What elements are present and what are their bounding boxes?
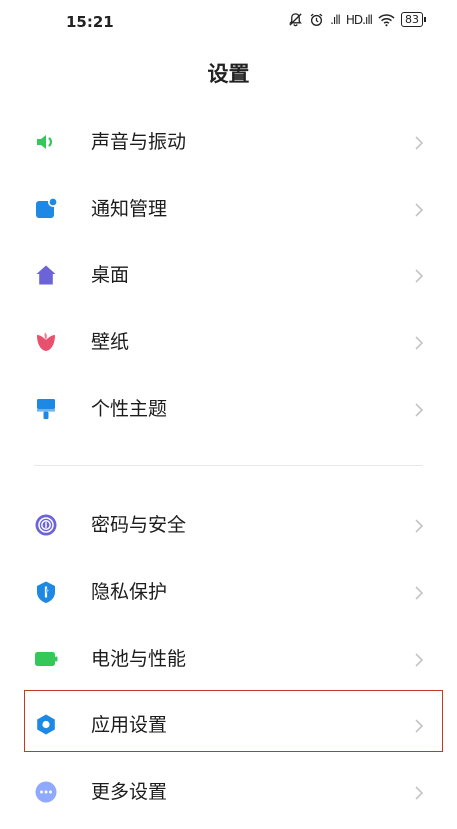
settings-item-more[interactable]: 更多设置: [0, 759, 457, 825]
chevron-right-icon: [415, 203, 424, 217]
chevron-right-icon: [415, 786, 424, 800]
battery-indicator: 83: [401, 12, 426, 27]
chevron-right-icon: [415, 136, 424, 150]
settings-item-label: 电池与性能: [91, 648, 187, 670]
notification-icon: [36, 197, 58, 218]
chevron-right-icon: [415, 519, 424, 533]
signal-strength-2: HD.ıll: [345, 12, 373, 27]
settings-item-label: 通知管理: [91, 198, 168, 220]
settings-item-sound[interactable]: 声音与振动: [0, 109, 457, 175]
settings-item-wallpaper[interactable]: 壁纸: [0, 309, 457, 375]
fingerprint-icon: [35, 514, 57, 536]
section-divider: [34, 465, 423, 466]
settings-item-label: 桌面: [91, 264, 130, 286]
chevron-right-icon: [415, 653, 424, 667]
settings-item-label: 壁纸: [91, 331, 130, 353]
battery-icon: [35, 652, 58, 666]
settings-item-label: 密码与安全: [91, 514, 187, 536]
status-time: 15:21: [66, 13, 114, 31]
settings-item-password-security[interactable]: 密码与安全: [0, 492, 457, 558]
chevron-right-icon: [415, 269, 424, 283]
chevron-right-icon: [415, 403, 424, 417]
settings-item-label: 声音与振动: [91, 131, 187, 153]
chevron-right-icon: [415, 336, 424, 350]
tulip-icon: [37, 332, 55, 351]
chevron-right-icon: [415, 586, 424, 600]
settings-item-label: 个性主题: [91, 398, 168, 420]
home-icon: [36, 265, 56, 285]
speaker-icon: [37, 135, 52, 149]
muted-bell-icon: [289, 13, 302, 27]
signal-strength-1: .ıll: [330, 12, 341, 27]
alarm-icon: [310, 13, 323, 26]
settings-item-label: 隐私保护: [91, 581, 168, 603]
highlight-box: [24, 690, 443, 752]
settings-item-themes[interactable]: 个性主题: [0, 376, 457, 442]
page-title: 设置: [207, 62, 250, 86]
settings-item-desktop[interactable]: 桌面: [0, 242, 457, 308]
settings-item-label: 更多设置: [91, 781, 168, 803]
wifi-icon: [378, 13, 395, 26]
status-bar: 15:21 .ıll HD.ıll 83: [0, 0, 457, 44]
settings-item-notifications[interactable]: 通知管理: [0, 176, 457, 242]
shield-icon: [37, 581, 55, 603]
settings-item-privacy[interactable]: 隐私保护: [0, 559, 457, 625]
settings-item-battery-performance[interactable]: 电池与性能: [0, 626, 457, 692]
more-icon: [35, 781, 57, 803]
paintbrush-icon: [37, 399, 55, 420]
status-icons: .ıll HD.ıll 83: [288, 12, 426, 27]
